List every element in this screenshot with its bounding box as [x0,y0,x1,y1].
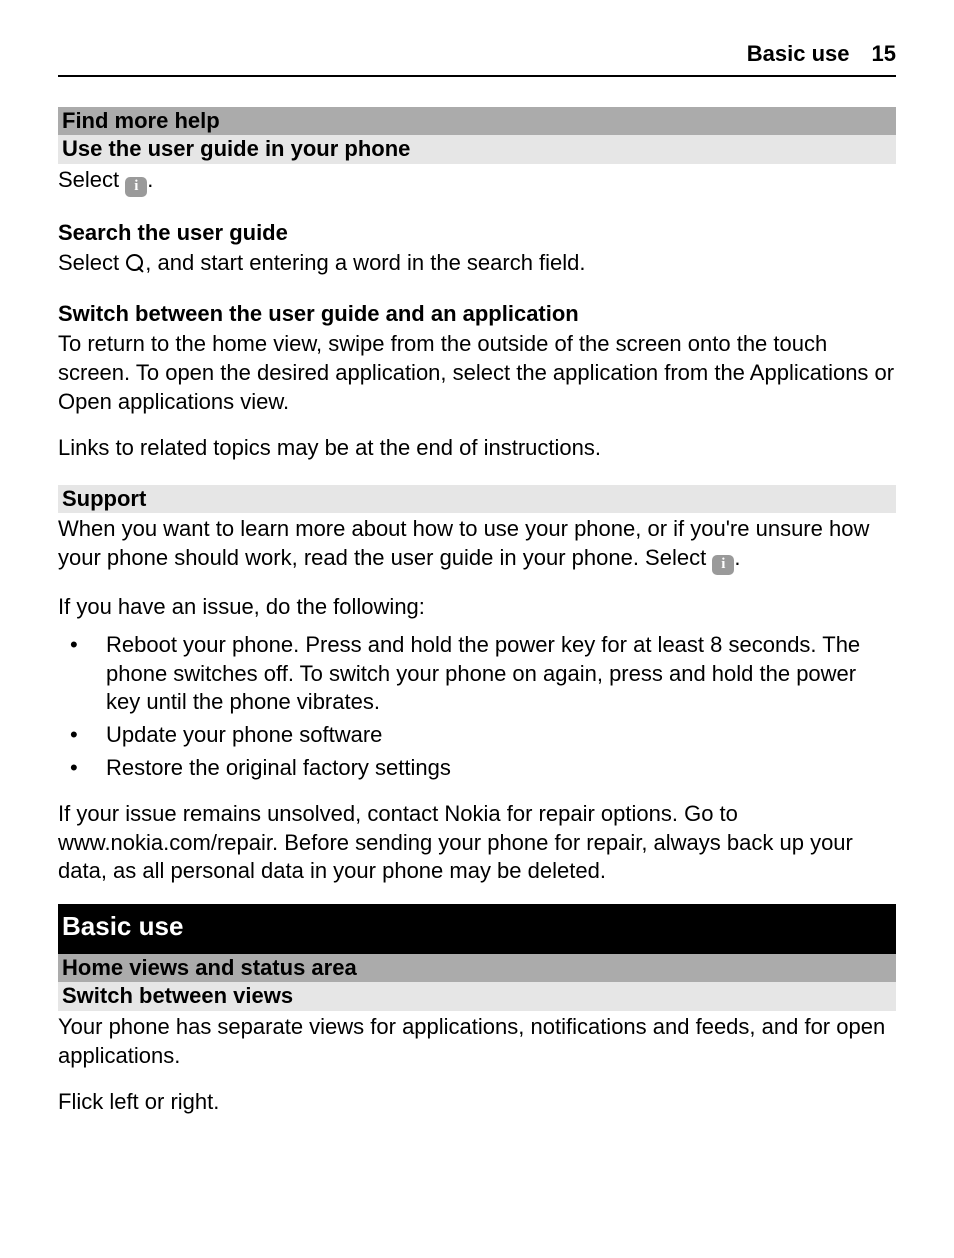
heading-support: Support [58,485,896,514]
list-item: Reboot your phone. Press and hold the po… [58,631,896,717]
text-switch-instruction: To return to the home view, swipe from t… [58,330,896,416]
label-search-post: , and start entering a word in the searc… [145,250,585,275]
heading-search-user-guide: Search the user guide [58,219,896,248]
text-flick-instruction: Flick left or right. [58,1088,896,1117]
text-repair-note: If your issue remains unsolved, contact … [58,800,896,886]
subheading-use-user-guide: Use the user guide in your phone [58,135,896,164]
label-select: Select [58,250,119,275]
text-search-instruction: Select , and start entering a word in th… [58,249,896,278]
list-item: Update your phone software [58,721,896,750]
heading-find-more-help: Find more help [58,107,896,136]
text-support-intro: When you want to learn more about how to… [58,515,896,574]
label-select: Select [58,167,119,192]
info-icon: i [712,555,734,575]
page-header: Basic use 15 [58,40,896,77]
heading-home-views: Home views and status area [58,954,896,983]
info-icon: i [125,177,147,197]
text-links-note: Links to related topics may be at the en… [58,434,896,463]
section-basic-use: Basic use [58,904,896,954]
search-icon [125,253,145,273]
header-title: Basic use [747,40,850,69]
subheading-switch-views: Switch between views [58,982,896,1011]
text-select-info: Select i. [58,166,896,197]
troubleshoot-list: Reboot your phone. Press and hold the po… [58,631,896,782]
label-period: . [147,167,153,192]
label-support-b: . [734,545,740,570]
label-support-a: When you want to learn more about how to… [58,516,869,570]
page: Basic use 15 Find more help Use the user… [0,0,954,1258]
heading-switch-between: Switch between the user guide and an app… [58,300,896,329]
text-issue-intro: If you have an issue, do the following: [58,593,896,622]
list-item: Restore the original factory settings [58,754,896,783]
text-views-description: Your phone has separate views for applic… [58,1013,896,1070]
page-number: 15 [872,40,896,69]
